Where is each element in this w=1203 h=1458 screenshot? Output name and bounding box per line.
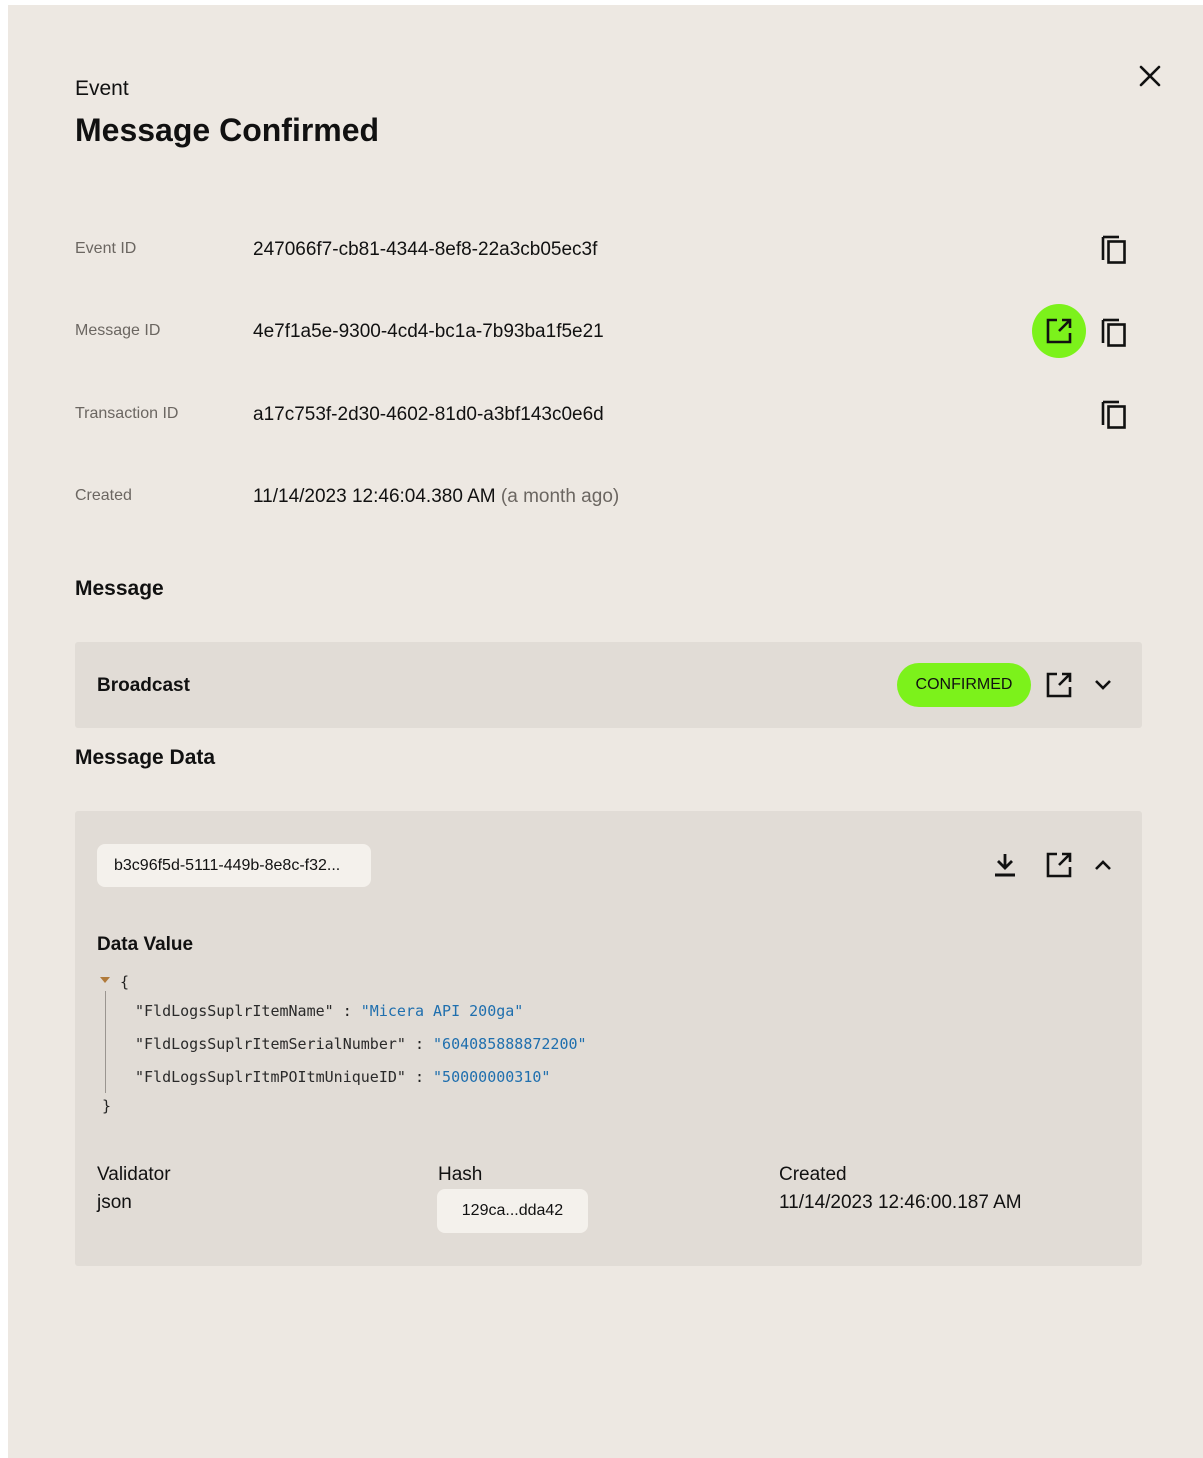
page-title: Message Confirmed — [75, 112, 380, 148]
status-badge: CONFIRMED — [897, 663, 1031, 707]
download-button[interactable] — [985, 845, 1025, 885]
collapse-data-button[interactable] — [1083, 845, 1123, 885]
json-value: "Micera API 200ga" — [360, 1002, 524, 1020]
json-collapse-icon[interactable] — [100, 977, 110, 983]
json-field: "FldLogsSuplrItmPOItmUniqueID" : "500000… — [135, 1068, 550, 1086]
hash-label: Hash — [438, 1164, 483, 1185]
json-indent-guide — [105, 991, 106, 1093]
chevron-down-icon — [1095, 680, 1111, 690]
data-created-value: 11/14/2023 12:46:00.187 AM — [779, 1192, 1022, 1213]
json-field: "FldLogsSuplrItemSerialNumber" : "604085… — [135, 1035, 587, 1053]
copy-icon — [1101, 235, 1126, 264]
json-open-brace: { — [120, 973, 130, 991]
copy-icon — [1101, 318, 1126, 347]
json-key: "FldLogsSuplrItemSerialNumber" — [135, 1035, 406, 1053]
data-id-chip[interactable]: b3c96f5d-5111-449b-8e8c-f32... — [97, 844, 371, 887]
event-id-value: 247066f7-cb81-4344-8ef8-22a3cb05ec3f — [253, 239, 598, 260]
created-timestamp: 11/14/2023 12:46:04.380 AM — [253, 486, 496, 507]
open-external-icon — [1046, 318, 1072, 344]
message-section-title: Message — [75, 577, 164, 600]
created-label: Created — [75, 487, 132, 504]
message-type-label: Broadcast — [97, 675, 190, 696]
message-row[interactable]: Broadcast CONFIRMED — [75, 642, 1142, 728]
open-message-row-button[interactable] — [1039, 665, 1079, 705]
open-data-button[interactable] — [1039, 845, 1079, 885]
json-separator: : — [405, 1068, 434, 1086]
copy-message-id-button[interactable] — [1094, 312, 1134, 352]
json-separator: : — [333, 1002, 361, 1020]
transaction-id-label: Transaction ID — [75, 405, 179, 422]
message-data-section-title: Message Data — [75, 746, 216, 769]
hash-chip[interactable]: 129ca...dda42 — [437, 1189, 588, 1233]
transaction-id-value: a17c753f-2d30-4602-81d0-a3bf143c0e6d — [253, 404, 604, 425]
json-value: "50000000310" — [433, 1068, 551, 1086]
json-key: "FldLogsSuplrItemName" — [135, 1002, 334, 1020]
created-value: 11/14/2023 12:46:04.380 AM (a month ago) — [253, 486, 619, 508]
message-id-value: 4e7f1a5e-9300-4cd4-bc1a-7b93ba1f5e21 — [253, 321, 604, 342]
open-external-icon — [1046, 672, 1072, 698]
json-separator: : — [405, 1035, 434, 1053]
close-icon — [1139, 65, 1161, 87]
copy-event-id-button[interactable] — [1094, 229, 1134, 269]
data-created-label: Created — [779, 1164, 847, 1185]
download-icon — [995, 854, 1015, 877]
open-message-button[interactable] — [1032, 304, 1086, 358]
open-external-icon — [1046, 852, 1072, 878]
copy-transaction-id-button[interactable] — [1094, 394, 1134, 434]
validator-value: json — [97, 1192, 132, 1213]
data-value-title: Data Value — [97, 934, 194, 955]
created-relative: (a month ago) — [500, 486, 620, 507]
expand-message-button[interactable] — [1083, 665, 1123, 705]
event-kicker: Event — [75, 77, 129, 100]
validator-label: Validator — [97, 1164, 171, 1185]
message-data-card: b3c96f5d-5111-449b-8e8c-f32... Data Valu… — [75, 811, 1142, 1266]
copy-icon — [1101, 400, 1126, 429]
json-value: "604085888872200" — [433, 1035, 587, 1053]
chevron-up-icon — [1095, 860, 1111, 870]
close-button[interactable] — [1135, 61, 1165, 91]
message-id-label: Message ID — [75, 322, 161, 339]
json-key: "FldLogsSuplrItmPOItmUniqueID" — [135, 1068, 406, 1086]
event-id-label: Event ID — [75, 240, 137, 257]
json-field: "FldLogsSuplrItemName" : "Micera API 200… — [135, 1002, 523, 1020]
json-close-brace: } — [102, 1097, 112, 1115]
